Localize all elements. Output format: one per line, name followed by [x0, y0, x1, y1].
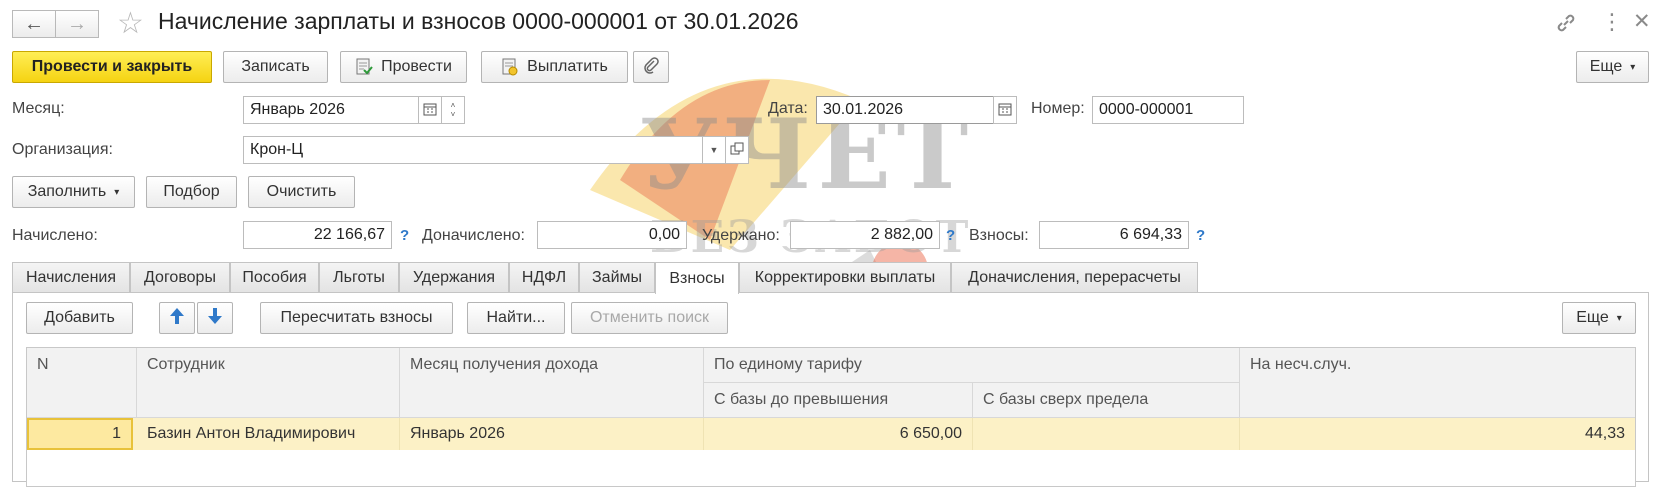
accrued-help-icon[interactable]: ? [400, 227, 409, 244]
back-button[interactable]: ← [12, 10, 56, 38]
tab-benefits[interactable]: Пособия [230, 262, 319, 293]
date-label: Дата: [768, 100, 808, 117]
calendar-icon [423, 102, 437, 119]
extra-accrued-field[interactable]: 0,00 [537, 221, 687, 249]
arrow-right-icon: → [67, 12, 87, 35]
column-header-unified-tariff[interactable]: По единому тарифу [704, 348, 1240, 383]
month-calendar-button[interactable] [418, 96, 442, 124]
attach-button[interactable] [633, 51, 669, 83]
clear-button[interactable]: Очистить [248, 176, 355, 208]
post-document-icon [355, 58, 373, 76]
withheld-label: Удержано: [702, 227, 780, 244]
find-button[interactable]: Найти... [467, 302, 565, 334]
caret-down-icon: ▾ [1630, 61, 1636, 73]
accrued-field[interactable]: 22 166,67 [243, 221, 392, 249]
panel-more-button-label: Еще [1576, 309, 1609, 326]
cell-base-below[interactable]: 6 650,00 [704, 418, 973, 450]
add-button[interactable]: Добавить [26, 302, 133, 334]
month-field[interactable]: Январь 2026 [243, 96, 419, 124]
caret-down-icon: ▼ [709, 145, 719, 155]
tab-payment-corrections[interactable]: Корректировки выплаты [739, 262, 951, 293]
column-header-n[interactable]: N [27, 348, 137, 418]
calendar-icon [998, 102, 1012, 119]
caret-down-icon: ▾ [1616, 312, 1622, 324]
tab-accruals[interactable]: Начисления [12, 262, 130, 293]
stepper-down-icon: ˅ [450, 110, 456, 119]
cell-n[interactable]: 1 [27, 418, 133, 450]
window-title: Начисление зарплаты и взносов 0000-00000… [158, 8, 799, 34]
tab-contracts[interactable]: Договоры [130, 262, 230, 293]
more-button[interactable]: Еще ▾ [1576, 51, 1649, 83]
open-form-icon [730, 142, 744, 159]
organization-label: Организация: [12, 141, 113, 158]
tab-contributions[interactable]: Взносы [655, 262, 739, 294]
accrued-label: Начислено: [12, 227, 98, 244]
organization-dropdown-button[interactable]: ▼ [702, 136, 726, 164]
cancel-search-button[interactable]: Отменить поиск [571, 302, 728, 334]
column-header-employee[interactable]: Сотрудник [137, 348, 400, 418]
arrow-down-icon [207, 307, 223, 330]
stepper-up-icon: ˄ [450, 101, 456, 110]
cell-base-above[interactable] [973, 418, 1240, 450]
post-button[interactable]: Провести [340, 51, 467, 83]
vertical-dots-icon[interactable]: ⋮ [1601, 9, 1623, 35]
tab-ndfl[interactable]: НДФЛ [509, 262, 579, 293]
date-field[interactable]: 30.01.2026 [816, 96, 994, 124]
tab-loans[interactable]: Займы [579, 262, 655, 293]
move-up-button[interactable] [159, 302, 195, 334]
post-and-close-button[interactable]: Провести и закрыть [12, 51, 212, 83]
contributions-table: N Сотрудник Месяц получения дохода По ед… [26, 347, 1636, 487]
withheld-help-icon[interactable]: ? [946, 227, 955, 244]
number-field[interactable]: 0000-000001 [1092, 96, 1244, 124]
pay-button-label: Выплатить [527, 58, 608, 75]
fill-button-label: Заполнить [27, 183, 107, 200]
column-header-income-month[interactable]: Месяц получения дохода [400, 348, 704, 418]
post-button-label: Провести [381, 58, 452, 75]
organization-field[interactable]: Крон-Ц [243, 136, 703, 164]
date-calendar-button[interactable] [993, 96, 1017, 124]
pay-document-icon [501, 58, 519, 76]
organization-open-button[interactable] [725, 136, 749, 164]
extra-accrued-label: Доначислено: [422, 227, 525, 244]
pick-button[interactable]: Подбор [146, 176, 237, 208]
month-label: Месяц: [12, 100, 65, 117]
withheld-field[interactable]: 2 882,00 [790, 221, 940, 249]
month-stepper[interactable]: ˄ ˅ [441, 96, 465, 124]
contributions-label: Взносы: [969, 227, 1029, 244]
pay-button[interactable]: Выплатить [481, 51, 628, 83]
more-button-label: Еще [1589, 58, 1623, 75]
forward-button[interactable]: → [55, 10, 99, 38]
close-icon[interactable]: ✕ [1633, 9, 1651, 34]
fill-button[interactable]: Заполнить ▾ [12, 176, 135, 208]
panel-more-button[interactable]: Еще ▾ [1562, 302, 1636, 334]
link-icon[interactable] [1555, 12, 1577, 40]
move-down-button[interactable] [197, 302, 233, 334]
arrow-left-icon: ← [24, 12, 44, 35]
column-header-accident[interactable]: На несч.случ. [1240, 348, 1635, 418]
cell-employee[interactable]: Базин Антон Владимирович [137, 418, 400, 450]
tab-deductions[interactable]: Удержания [399, 262, 509, 293]
tab-privileges[interactable]: Льготы [319, 262, 399, 293]
favorite-star-icon[interactable]: ☆ [117, 6, 144, 41]
save-button[interactable]: Записать [223, 51, 328, 83]
paperclip-icon [642, 56, 660, 79]
cell-income-month[interactable]: Январь 2026 [400, 418, 704, 450]
arrow-up-icon [169, 307, 185, 330]
contributions-help-icon[interactable]: ? [1196, 227, 1205, 244]
tab-recalculations[interactable]: Доначисления, перерасчеты [951, 262, 1198, 293]
number-label: Номер: [1031, 100, 1085, 117]
caret-down-icon: ▾ [114, 186, 120, 198]
contributions-field[interactable]: 6 694,33 [1039, 221, 1189, 249]
column-header-base-below[interactable]: С базы до превышения [704, 383, 973, 418]
cell-accident[interactable]: 44,33 [1240, 418, 1635, 450]
column-header-base-above[interactable]: С базы сверх предела [973, 383, 1240, 418]
recalculate-contributions-button[interactable]: Пересчитать взносы [260, 302, 453, 334]
